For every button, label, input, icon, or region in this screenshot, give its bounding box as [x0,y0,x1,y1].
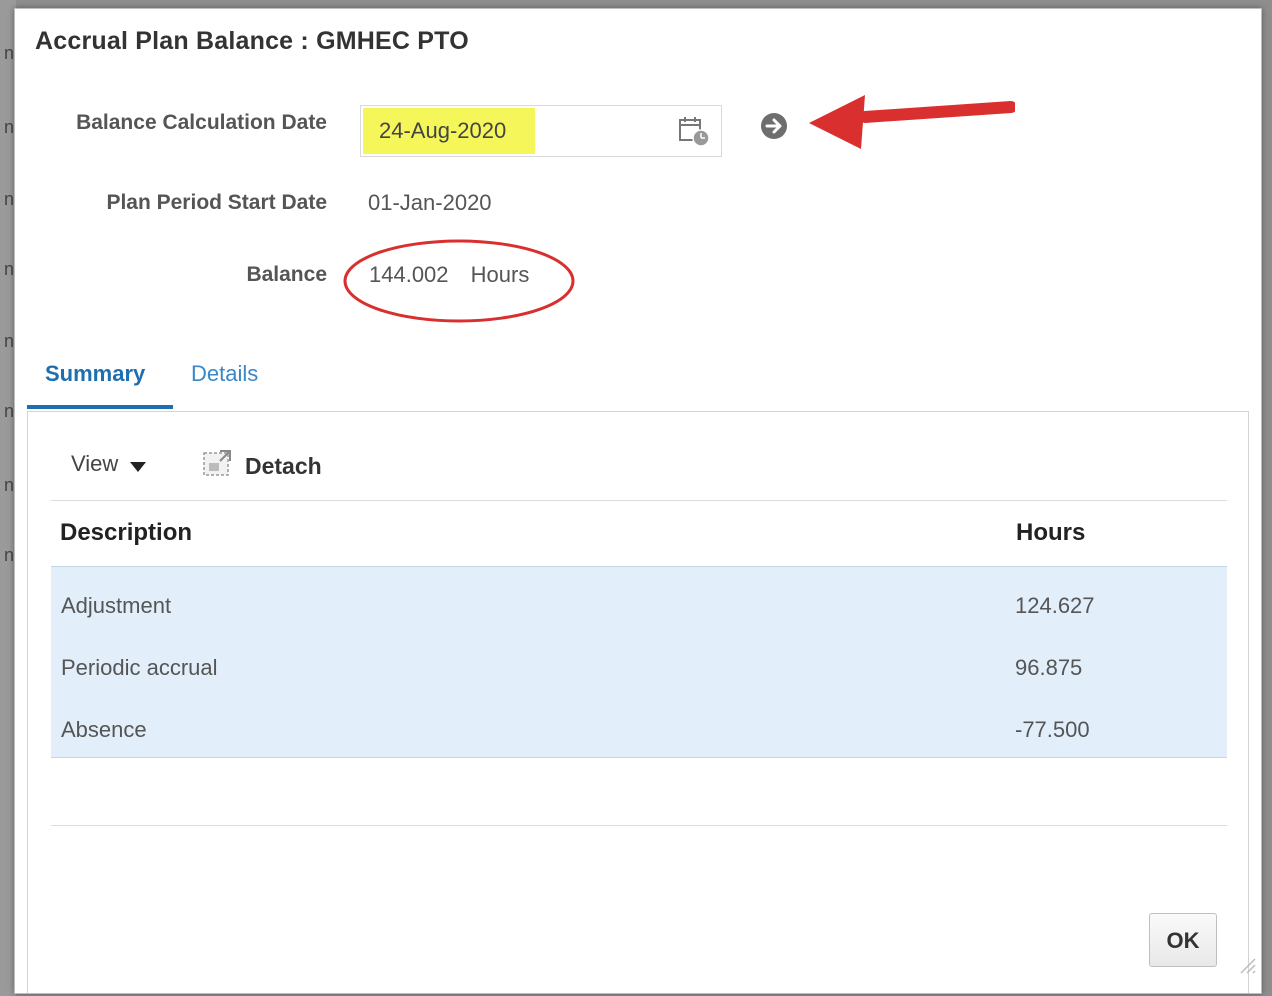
background-glyph: n [4,117,15,137]
table-row[interactable]: Periodic accrual 96.875 [51,637,1227,699]
cell-description: Absence [61,717,147,742]
detach-button[interactable]: Detach [245,453,322,480]
view-menu-button[interactable]: View [71,451,147,477]
background-glyph: n [4,475,15,495]
balance-calc-date-label: Balance Calculation Date [76,111,327,134]
tab-summary[interactable]: Summary [45,361,145,387]
cell-hours: -77.500 [1015,717,1090,742]
calendar-icon[interactable] [677,114,713,148]
ok-button[interactable]: OK [1149,913,1217,967]
balance-calc-date-field[interactable]: 24-Aug-2020 [360,105,722,157]
view-menu-label: View [71,451,119,476]
background-glyph: n [4,43,15,63]
background-glyph: n [4,545,15,565]
cell-description: Periodic accrual [61,655,218,680]
table-row[interactable]: Adjustment 124.627 [51,575,1227,637]
balance-calc-date-value: 24-Aug-2020 [379,118,507,143]
detach-icon[interactable] [202,447,234,479]
table-footer-divider [51,825,1227,826]
caret-down-icon [130,462,147,473]
annotation-arrow [809,95,1015,149]
annotation-ellipse [343,239,575,323]
toolbar-divider [51,500,1227,501]
table-body: Adjustment 124.627 Periodic accrual 96.8… [51,566,1227,758]
background-glyph: n [4,259,15,279]
cell-description: Adjustment [61,593,172,618]
balance-label: Balance [246,263,327,286]
resize-handle-icon[interactable] [1235,953,1257,975]
accrual-plan-dialog: Accrual Plan Balance : GMHEC PTO Balance… [14,8,1262,994]
dialog-title: Accrual Plan Balance : GMHEC PTO [35,27,469,55]
cell-hours: 96.875 [1015,655,1083,680]
active-tab-indicator [27,405,173,409]
column-header-hours[interactable]: Hours [1016,519,1085,547]
table-row[interactable]: Absence -77.500 [51,699,1227,761]
go-arrow-icon[interactable] [759,111,789,141]
cell-hours: 124.627 [1015,593,1095,618]
column-header-description[interactable]: Description [60,519,192,547]
plan-start-date-label: Plan Period Start Date [106,191,327,214]
tab-details[interactable]: Details [191,361,258,387]
background-glyph: n [4,189,15,209]
background-glyph: n [4,331,15,351]
background-glyph: n [4,401,15,421]
plan-start-date-value: 01-Jan-2020 [368,190,492,215]
